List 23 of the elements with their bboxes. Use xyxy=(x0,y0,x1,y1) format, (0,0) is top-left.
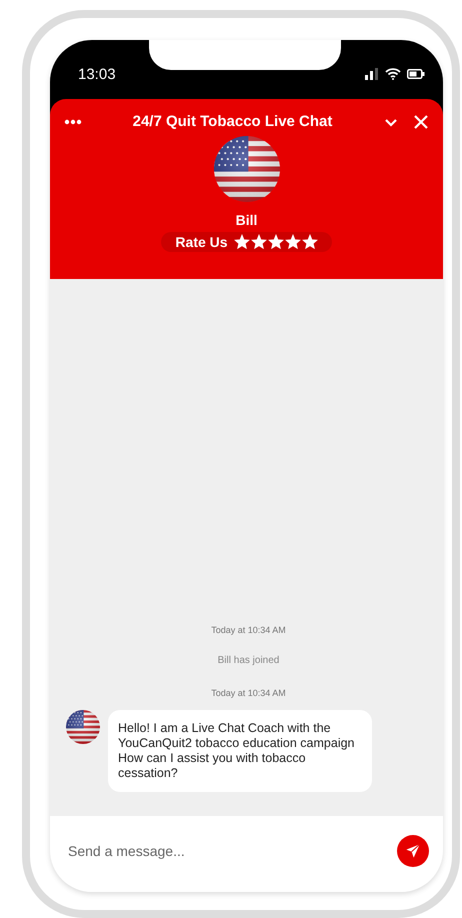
rate-label: Rate Us xyxy=(175,234,228,250)
star-icon[interactable] xyxy=(268,234,284,250)
send-icon xyxy=(405,843,421,859)
agent-name: Bill xyxy=(236,212,258,228)
wifi-icon xyxy=(385,68,401,80)
star-icon[interactable] xyxy=(284,234,301,250)
flag-icon xyxy=(66,710,100,744)
more-options-button[interactable] xyxy=(64,118,82,124)
status-time: 13:03 xyxy=(78,66,116,83)
timestamp: Today at 10:34 AM xyxy=(211,688,286,698)
flag-icon xyxy=(214,136,280,202)
chat-title: 24/7 Quit Tobacco Live Chat xyxy=(132,113,332,130)
star-icon[interactable] xyxy=(302,234,318,250)
join-notice: Bill has joined xyxy=(218,655,280,666)
star-icon[interactable] xyxy=(250,234,267,250)
send-button[interactable] xyxy=(397,835,429,867)
message-input[interactable]: Send a message... xyxy=(66,842,389,860)
battery-icon xyxy=(407,69,425,79)
star-icon[interactable] xyxy=(234,234,250,250)
close-button[interactable] xyxy=(413,114,429,130)
message-bubble: Hello! I am a Live Chat Coach with the YouCanQuit2 tobacco education campaign How can I assist you with tobacco cessation? xyxy=(108,710,372,792)
signal-icon xyxy=(365,68,379,80)
timestamp: Today at 10:34 AM xyxy=(211,625,286,635)
